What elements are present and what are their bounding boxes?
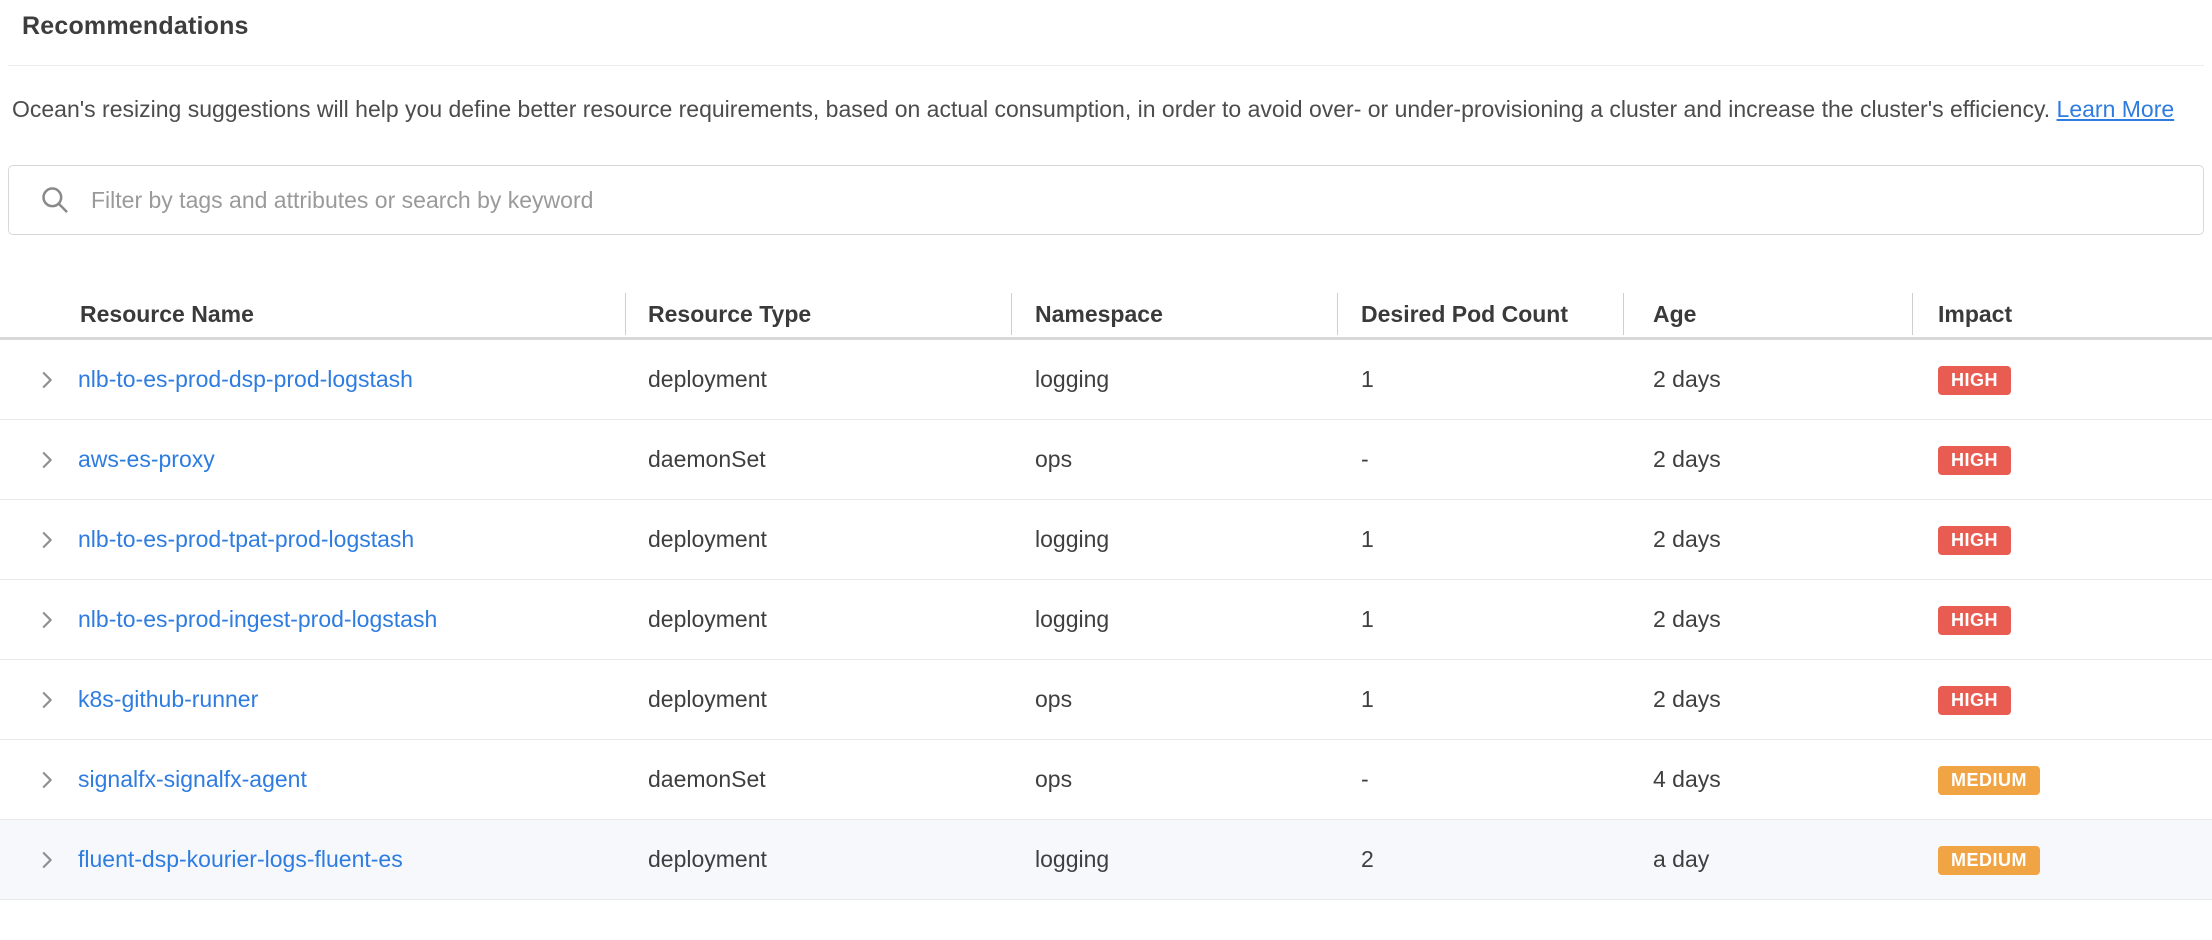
expand-row-button[interactable]	[0, 609, 78, 631]
expand-row-button[interactable]	[0, 849, 78, 871]
resource-name-cell: nlb-to-es-prod-ingest-prod-logstash	[78, 606, 625, 633]
table-row[interactable]: nlb-to-es-prod-dsp-prod-logstash deploym…	[0, 340, 2212, 420]
divider	[8, 65, 2204, 66]
impact-cell: HIGH	[1912, 445, 2212, 475]
desired-pod-count-cell: 2	[1337, 846, 1623, 873]
resource-name-link[interactable]: nlb-to-es-prod-dsp-prod-logstash	[78, 366, 413, 392]
table-row[interactable]: nlb-to-es-prod-ingest-prod-logstash depl…	[0, 580, 2212, 660]
chevron-right-icon	[36, 849, 58, 871]
expand-row-button[interactable]	[0, 689, 78, 711]
impact-badge: HIGH	[1938, 526, 2011, 555]
impact-cell: HIGH	[1912, 365, 2212, 395]
desired-pod-count-cell: 1	[1337, 686, 1623, 713]
description-text: Ocean's resizing suggestions will help y…	[12, 96, 2050, 122]
namespace-cell: logging	[1011, 366, 1337, 393]
chevron-right-icon	[36, 769, 58, 791]
resource-type-cell: deployment	[625, 606, 1011, 633]
impact-badge: HIGH	[1938, 606, 2011, 635]
age-cell: 2 days	[1623, 446, 1912, 473]
impact-cell: HIGH	[1912, 605, 2212, 635]
expand-row-button[interactable]	[0, 769, 78, 791]
resource-name-link[interactable]: nlb-to-es-prod-tpat-prod-logstash	[78, 526, 414, 552]
resource-name-cell: aws-es-proxy	[78, 446, 625, 473]
table-row[interactable]: signalfx-signalfx-agent daemonSet ops - …	[0, 740, 2212, 820]
impact-badge: HIGH	[1938, 686, 2011, 715]
namespace-cell: logging	[1011, 606, 1337, 633]
column-header-resource-name: Resource Name	[0, 288, 625, 340]
resource-name-cell: nlb-to-es-prod-tpat-prod-logstash	[78, 526, 625, 553]
age-cell: 2 days	[1623, 686, 1912, 713]
chevron-right-icon	[36, 609, 58, 631]
table-row[interactable]: fluent-dsp-kourier-logs-fluent-es deploy…	[0, 820, 2212, 900]
column-header-namespace: Namespace	[1011, 288, 1337, 340]
namespace-cell: logging	[1011, 526, 1337, 553]
namespace-cell: ops	[1011, 686, 1337, 713]
table-row[interactable]: nlb-to-es-prod-tpat-prod-logstash deploy…	[0, 500, 2212, 580]
resource-name-cell: fluent-dsp-kourier-logs-fluent-es	[78, 846, 625, 873]
impact-cell: MEDIUM	[1912, 765, 2212, 795]
table-header: Resource Name Resource Type Namespace De…	[0, 288, 2212, 340]
age-cell: 2 days	[1623, 366, 1912, 393]
column-header-impact: Impact	[1912, 288, 2212, 340]
age-cell: 2 days	[1623, 526, 1912, 553]
column-header-resource-type: Resource Type	[625, 288, 1011, 340]
namespace-cell: ops	[1011, 766, 1337, 793]
impact-badge: MEDIUM	[1938, 846, 2040, 875]
resource-name-link[interactable]: nlb-to-es-prod-ingest-prod-logstash	[78, 606, 437, 632]
resource-name-link[interactable]: fluent-dsp-kourier-logs-fluent-es	[78, 846, 403, 872]
chevron-right-icon	[36, 689, 58, 711]
impact-cell: HIGH	[1912, 685, 2212, 715]
resource-type-cell: deployment	[625, 846, 1011, 873]
impact-cell: MEDIUM	[1912, 845, 2212, 875]
table-row[interactable]: aws-es-proxy daemonSet ops - 2 days HIGH	[0, 420, 2212, 500]
resource-type-cell: daemonSet	[625, 766, 1011, 793]
resource-name-link[interactable]: signalfx-signalfx-agent	[78, 766, 307, 792]
chevron-right-icon	[36, 449, 58, 471]
resource-name-link[interactable]: aws-es-proxy	[78, 446, 215, 472]
chevron-right-icon	[36, 369, 58, 391]
desired-pod-count-cell: 1	[1337, 606, 1623, 633]
column-header-desired-pod-count: Desired Pod Count	[1337, 288, 1623, 340]
desired-pod-count-cell: 1	[1337, 526, 1623, 553]
column-header-age: Age	[1623, 288, 1912, 340]
search-input[interactable]	[89, 186, 2183, 215]
resource-name-cell: signalfx-signalfx-agent	[78, 766, 625, 793]
expand-row-button[interactable]	[0, 369, 78, 391]
desired-pod-count-cell: 1	[1337, 366, 1623, 393]
table-row[interactable]: k8s-github-runner deployment ops 1 2 day…	[0, 660, 2212, 740]
age-cell: 4 days	[1623, 766, 1912, 793]
age-cell: a day	[1623, 846, 1912, 873]
desired-pod-count-cell: -	[1337, 766, 1623, 793]
desired-pod-count-cell: -	[1337, 446, 1623, 473]
resource-type-cell: daemonSet	[625, 446, 1011, 473]
resource-type-cell: deployment	[625, 366, 1011, 393]
age-cell: 2 days	[1623, 606, 1912, 633]
impact-badge: MEDIUM	[1938, 766, 2040, 795]
expand-row-button[interactable]	[0, 529, 78, 551]
resource-name-cell: nlb-to-es-prod-dsp-prod-logstash	[78, 366, 625, 393]
search-icon	[39, 184, 71, 216]
resource-type-cell: deployment	[625, 526, 1011, 553]
chevron-right-icon	[36, 529, 58, 551]
impact-cell: HIGH	[1912, 525, 2212, 555]
resource-name-link[interactable]: k8s-github-runner	[78, 686, 258, 712]
expand-row-button[interactable]	[0, 449, 78, 471]
learn-more-link[interactable]: Learn More	[2057, 96, 2175, 122]
namespace-cell: logging	[1011, 846, 1337, 873]
filter-search-box[interactable]	[8, 165, 2204, 235]
resource-type-cell: deployment	[625, 686, 1011, 713]
impact-badge: HIGH	[1938, 446, 2011, 475]
recommendations-table: Resource Name Resource Type Namespace De…	[0, 288, 2212, 900]
namespace-cell: ops	[1011, 446, 1337, 473]
page-title: Recommendations	[0, 0, 2212, 41]
impact-badge: HIGH	[1938, 366, 2011, 395]
page-description: Ocean's resizing suggestions will help y…	[12, 90, 2200, 128]
resource-name-cell: k8s-github-runner	[78, 686, 625, 713]
